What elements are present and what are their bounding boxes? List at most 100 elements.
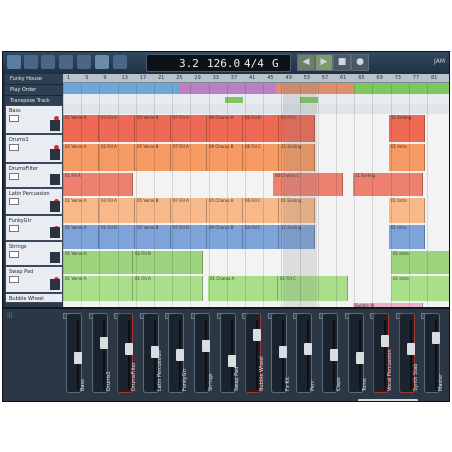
mute-button[interactable] <box>9 115 19 122</box>
clip[interactable]: 05 Verse B <box>135 225 171 249</box>
clip[interactable]: 06 Fill C <box>243 198 279 223</box>
fader-cap[interactable] <box>202 340 210 353</box>
record-button[interactable]: ● <box>351 54 369 71</box>
track-header[interactable]: Bubble Wheel <box>5 293 63 303</box>
track-header[interactable]: Bass <box>5 105 63 134</box>
bar-number: 45 <box>267 75 274 81</box>
track-lane[interactable]: 01 Verse A 04 Fill A 05 Verse B 07 Fill A 05… <box>63 197 449 224</box>
clip[interactable]: 05 Verse B <box>135 115 171 142</box>
bar-number: 9 <box>103 75 107 81</box>
menu-icon[interactable] <box>7 55 21 69</box>
track-lane[interactable]: 01 Verse A 02 Fill B 01 Intro <box>63 250 449 275</box>
clip[interactable]: 01 Intro <box>389 225 425 249</box>
clip[interactable]: 02 Fill B <box>133 251 203 274</box>
mixer-icon[interactable]: ⫶⫶⫶ <box>7 312 12 321</box>
settings-icon[interactable] <box>113 55 127 69</box>
channel-strip: Latin Percussion <box>139 313 163 399</box>
track-lane[interactable]: 01 Verse A 01 Fill A 01 Chorus A 01 Fill C0… <box>63 275 449 302</box>
fader-track <box>384 320 387 390</box>
fader-cap[interactable] <box>125 343 134 356</box>
bar-ruler[interactable]: 1 5 9 13 17 21 25 29 33 37 41 45 49 53 57 61 65 69 73 77 81 <box>63 74 449 83</box>
clip[interactable]: 05 Verse B <box>135 198 171 223</box>
clip[interactable]: 01 Verse A <box>63 251 133 274</box>
fader-cap[interactable] <box>381 334 390 347</box>
clip[interactable]: 06 Fill B <box>243 115 279 142</box>
clip[interactable]: 07 Fill A <box>171 115 207 142</box>
volume-icon[interactable] <box>50 174 60 185</box>
clip[interactable]: 01 Intro <box>391 276 449 301</box>
clip[interactable]: 11 Ending <box>389 115 425 142</box>
clip[interactable]: 01 Intro <box>389 144 425 171</box>
redo-icon[interactable] <box>41 55 55 69</box>
track-header[interactable]: Latin Percussion <box>5 188 63 215</box>
clip[interactable]: 01 Fill A <box>63 173 133 196</box>
global-lane[interactable] <box>63 83 449 94</box>
volume-icon[interactable] <box>50 120 60 131</box>
clip[interactable]: 07 Fill A <box>171 144 207 171</box>
mute-button[interactable] <box>9 276 19 283</box>
bar-number: 17 <box>139 75 147 81</box>
clip[interactable]: 01 Chorus A <box>208 276 278 301</box>
play-button[interactable]: ▶ <box>315 54 333 71</box>
track-header[interactable]: FunkyGtr <box>5 215 63 241</box>
fader-cap[interactable] <box>330 349 338 361</box>
undo-icon[interactable] <box>24 55 38 69</box>
clip[interactable]: 01 Verse A <box>63 276 133 301</box>
stop-button[interactable]: ■ <box>333 54 351 71</box>
rewind-button[interactable]: ◀ <box>297 54 315 71</box>
metronome-icon[interactable] <box>95 55 109 69</box>
fader-track <box>102 320 105 390</box>
fader-cap[interactable] <box>406 343 415 356</box>
clip[interactable]: 11 Ending <box>353 173 423 196</box>
clip[interactable]: 09 Chorus B <box>207 144 243 171</box>
mute-button[interactable] <box>9 225 19 232</box>
mute-button[interactable] <box>9 173 19 180</box>
bar-number: 53 <box>303 75 310 81</box>
global-lane[interactable] <box>63 94 449 104</box>
fader-cap[interactable] <box>74 351 82 364</box>
global-lane[interactable] <box>63 104 449 114</box>
clip[interactable]: 06 Fill C <box>243 144 279 171</box>
bar-number: 13 <box>121 75 128 81</box>
volume-icon[interactable] <box>50 149 60 160</box>
mixer-scrollbar[interactable] <box>358 399 418 401</box>
clip[interactable]: 01 Intro <box>391 251 449 274</box>
fader-cap[interactable] <box>99 337 108 350</box>
clip[interactable]: 01 Fill A <box>133 276 203 301</box>
fader-cap[interactable] <box>304 343 313 356</box>
mute-button[interactable] <box>9 144 19 151</box>
clip[interactable]: 09 Chorus B <box>207 225 243 249</box>
track-lane[interactable]: 02 Verse A 02 Fill A 05 Verse B 07 Fill A 09… <box>63 143 449 172</box>
loop-icon[interactable] <box>77 55 91 69</box>
fader-cap[interactable] <box>278 346 287 359</box>
track-lane[interactable]: 01 Fill A 06 Chorus C 11 Ending <box>63 172 449 197</box>
mute-button[interactable] <box>9 198 19 205</box>
clip[interactable]: 05 Chorus A <box>207 198 243 223</box>
track-header[interactable]: Strings <box>5 241 63 266</box>
key-readout[interactable]: G <box>272 55 279 72</box>
fader-cap[interactable] <box>227 354 236 367</box>
volume-icon[interactable] <box>50 227 60 238</box>
fader-cap[interactable] <box>432 331 441 344</box>
track-lane[interactable]: 01 Verse A 03 Fill A 05 Verse B 07 Fill A 09… <box>63 114 449 143</box>
volume-icon[interactable] <box>50 201 60 212</box>
clip[interactable]: 07 Fill B <box>171 225 207 249</box>
fader-cap[interactable] <box>355 351 364 364</box>
fader-cap[interactable] <box>176 349 185 361</box>
clip[interactable]: 05 Verse B <box>135 144 171 171</box>
clip[interactable]: 09 Chorus A <box>207 115 243 142</box>
volume-icon[interactable] <box>50 252 60 263</box>
track-header[interactable]: DrumsFilter <box>5 163 63 188</box>
edit-icon[interactable] <box>59 55 73 69</box>
track-header[interactable]: Swap Pad <box>5 266 63 293</box>
track-lane[interactable]: 01 Verse A 02 Fill B 05 Verse B 07 Fill B 09… <box>63 224 449 250</box>
tempo-readout[interactable]: 126.0 <box>207 55 240 72</box>
volume-icon[interactable] <box>50 279 60 290</box>
clip[interactable]: 04 Fill C <box>243 225 279 249</box>
signature-readout[interactable]: 4/4 <box>244 55 264 72</box>
clip[interactable]: 01 Intro <box>389 198 425 223</box>
track-header[interactable]: Drums1 <box>5 134 63 163</box>
mute-button[interactable] <box>9 251 19 258</box>
clip[interactable]: 07 Fill A <box>171 198 207 223</box>
fader-cap[interactable] <box>253 328 262 341</box>
